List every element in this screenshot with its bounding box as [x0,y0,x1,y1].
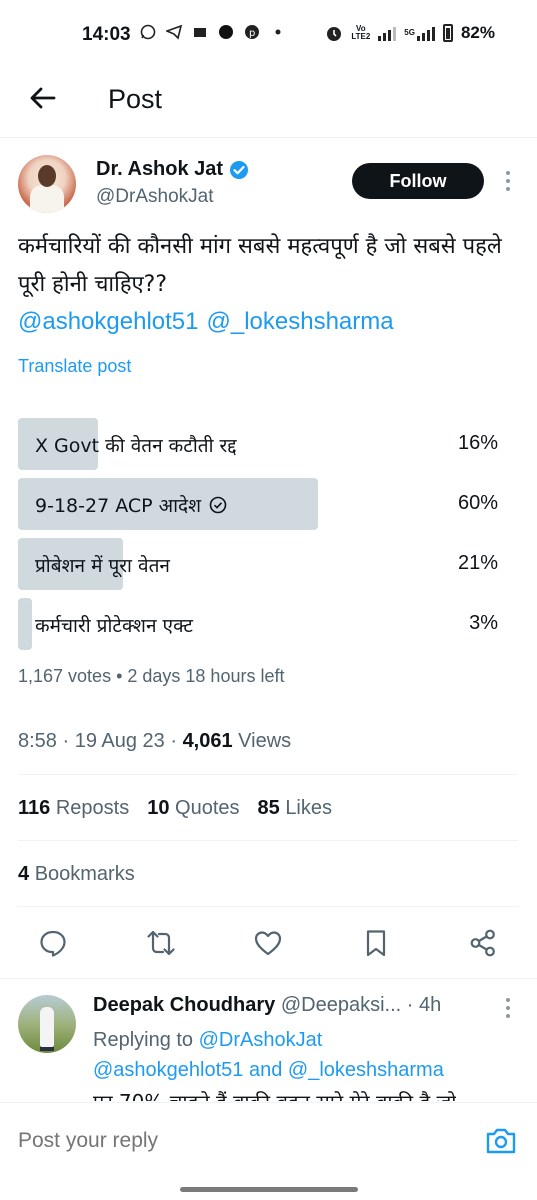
post-timestamp: 8:58 · 19 Aug 23 · 4,061 Views [18,730,291,753]
reply-input[interactable] [18,1129,418,1153]
views-count: 4,061 [182,730,233,752]
status-bar: 14:03 p Vo LTE2 5G 82% [0,0,537,70]
dot-icon [219,25,233,39]
signal-icon-1 [378,25,397,41]
poll-option-label: 9-18-27 ACP आदेश [35,492,227,518]
engagement-stats: 116 Reposts 10 Quotes 85 Likes [18,797,332,820]
back-arrow-icon[interactable] [26,82,58,114]
poll-option-percent: 60% [457,492,498,514]
divider [18,840,518,841]
reply-more-options-icon[interactable] [500,996,516,1020]
camera-icon[interactable] [484,1125,518,1157]
reply-header[interactable]: Deepak Choudhary @Deepaksi... · 4h [93,994,441,1017]
post-text: कर्मचारियों की कौनसी मांग सबसे महत्वपूर्… [18,234,502,297]
poll-option-label: X Govt की वेतन कटौती रद्द [35,435,237,457]
more-notifications-icon [275,29,281,35]
poll-option-label: प्रोबेशन में पूरा वेतन [35,555,170,577]
reply-text: पर 70% चाहते हैं बाकी बहुत सारे मेरे बाक… [93,1085,456,1101]
pinterest-icon: p [245,25,259,39]
whatsapp-icon [140,24,156,40]
replying-to: Replying to @DrAshokJat @ashokgehlot51 a… [93,1029,444,1081]
reply-author-name: Deepak Choudhary [93,994,276,1016]
author-name-text: Dr. Ashok Jat [96,158,224,180]
reply-avatar[interactable] [18,995,76,1053]
repost-icon[interactable] [146,928,176,958]
winner-check-icon [209,496,227,514]
poll: X Govt की वेतन कटौती रद्द 16% 9-18-27 AC… [18,418,518,658]
status-right: Vo LTE2 5G 82% [325,23,495,43]
replying-to-link[interactable]: @DrAshokJat [199,1029,323,1051]
like-icon[interactable] [253,928,283,958]
notification-icons: p [140,24,286,40]
gallery-icon [194,28,206,37]
home-indicator[interactable] [180,1187,358,1192]
battery-icon [442,24,453,42]
follow-button[interactable]: Follow [352,163,484,199]
translate-post-link[interactable]: Translate post [18,356,131,377]
poll-bar [18,598,32,650]
reply-composer [0,1102,537,1200]
alarm-icon [327,27,342,41]
author-avatar[interactable] [18,155,76,213]
divider [18,774,518,775]
share-icon[interactable] [468,928,498,958]
views-label: Views [232,730,292,752]
poll-option-percent: 21% [457,552,498,574]
replying-also-link[interactable]: @ashokgehlot51 and @_lokeshsharma [93,1059,444,1081]
poll-option: X Govt की वेतन कटौती रद्द 16% [18,418,518,470]
page-title: Post [108,84,163,114]
post-mentions: @ashokgehlot51 @_lokeshsharma [18,308,394,336]
poll-option-label: कर्मचारी प्रोटेक्शन एक्ट [35,615,193,637]
poll-option: 9-18-27 ACP आदेश 60% [18,478,518,530]
author-name[interactable]: Dr. Ashok Jat [96,158,249,181]
poll-option-percent: 16% [457,432,498,454]
time-date: 8:58 · 19 Aug 23 · [18,730,183,752]
top-bar: Post [0,70,537,138]
divider [18,906,518,907]
poll-option: कर्मचारी प्रोटेक्शन एक्ट 3% [18,598,518,650]
action-bar [0,922,537,966]
divider [0,978,537,979]
mention-link[interactable]: @ashokgehlot51 [18,308,199,336]
bookmarks-stat[interactable]: 4 Bookmarks [18,863,135,886]
signal-icon-2 [416,25,435,41]
poll-option-percent: 3% [469,612,498,634]
battery-percent: 82% [460,23,495,42]
network-type: 5G [404,28,415,37]
bookmark-icon[interactable] [361,928,391,958]
author-handle[interactable]: @DrAshokJat [96,186,214,208]
telegram-icon [166,24,182,40]
reply-handle-time: @Deepaksi... · 4h [280,994,442,1016]
likes-stat[interactable]: 85 Likes [258,797,333,820]
status-time: 14:03 [82,24,131,45]
quotes-stat[interactable]: 10 Quotes [147,797,239,820]
poll-meta: 1,167 votes • 2 days 18 hours left [18,666,285,686]
svg-text:p: p [249,28,255,39]
mention-link[interactable]: @_lokeshsharma [207,308,394,336]
verified-badge-icon [230,160,249,179]
volte-indicator: Vo LTE2 [351,24,371,41]
more-options-icon[interactable] [500,169,516,193]
reposts-stat[interactable]: 116 Reposts [18,797,129,820]
reply-icon[interactable] [38,928,68,958]
poll-option: प्रोबेशन में पूरा वेतन 21% [18,538,518,590]
